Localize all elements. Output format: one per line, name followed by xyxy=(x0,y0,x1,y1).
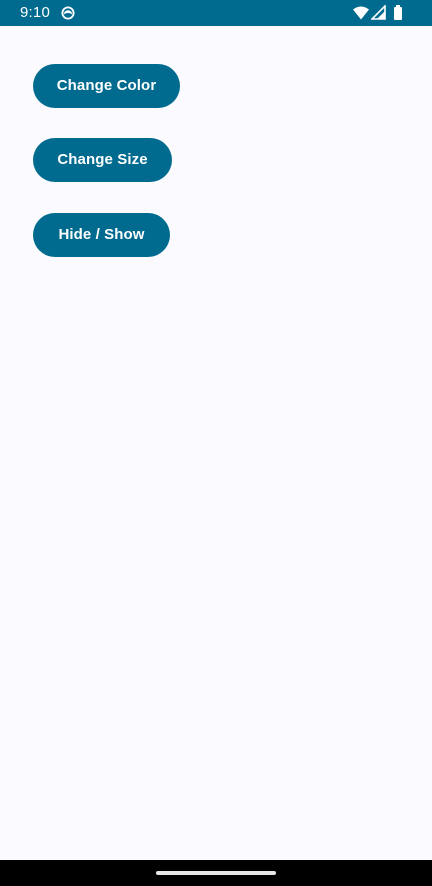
cellular-signal-icon xyxy=(371,5,386,20)
home-gesture-handle-icon[interactable] xyxy=(156,871,276,875)
app-notification-icon xyxy=(61,6,75,20)
hide-show-button[interactable]: Hide / Show xyxy=(33,213,170,257)
change-size-button[interactable]: Change Size xyxy=(33,138,172,182)
navigation-bar xyxy=(0,860,432,886)
battery-icon xyxy=(394,5,402,20)
status-bar: 9:10 xyxy=(0,0,432,26)
status-time: 9:10 xyxy=(20,4,50,21)
main-content: Change Color Change Size Hide / Show xyxy=(0,26,432,860)
wifi-icon xyxy=(353,6,369,20)
change-color-button[interactable]: Change Color xyxy=(33,64,180,108)
